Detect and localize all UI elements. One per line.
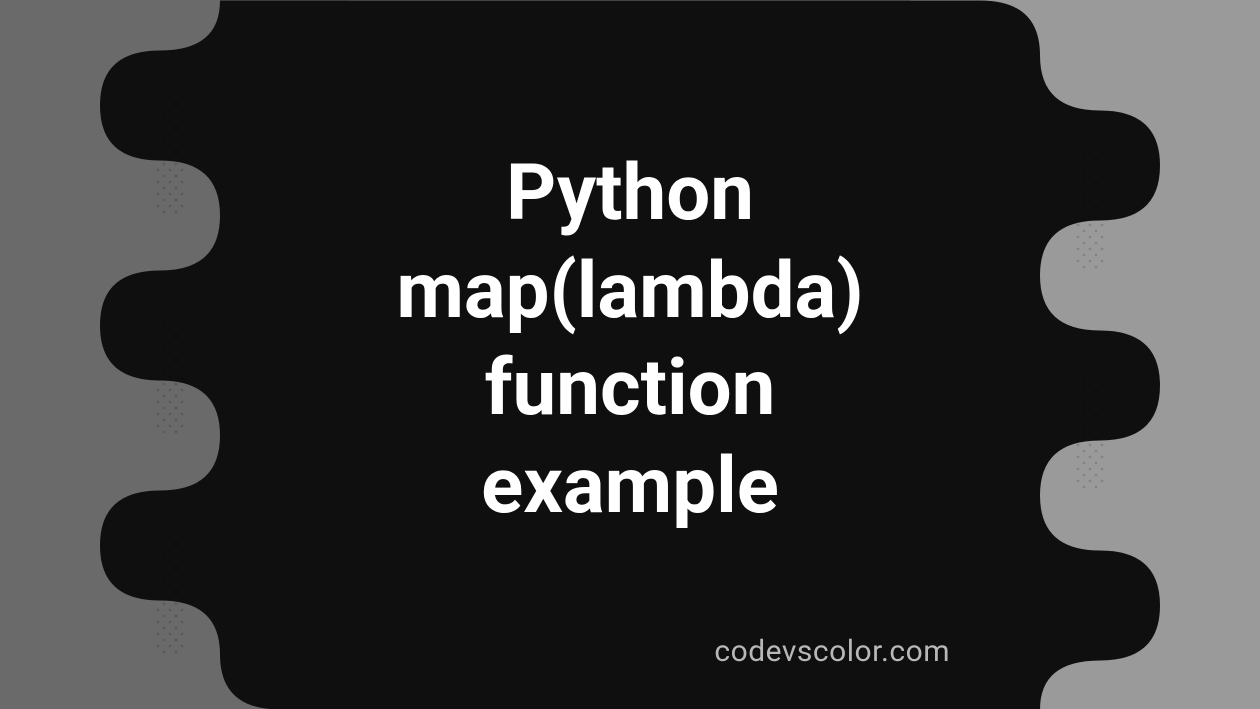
hero-title: Python map(lambda) function example: [396, 145, 863, 535]
site-credit: codevscolor.com: [714, 634, 950, 669]
